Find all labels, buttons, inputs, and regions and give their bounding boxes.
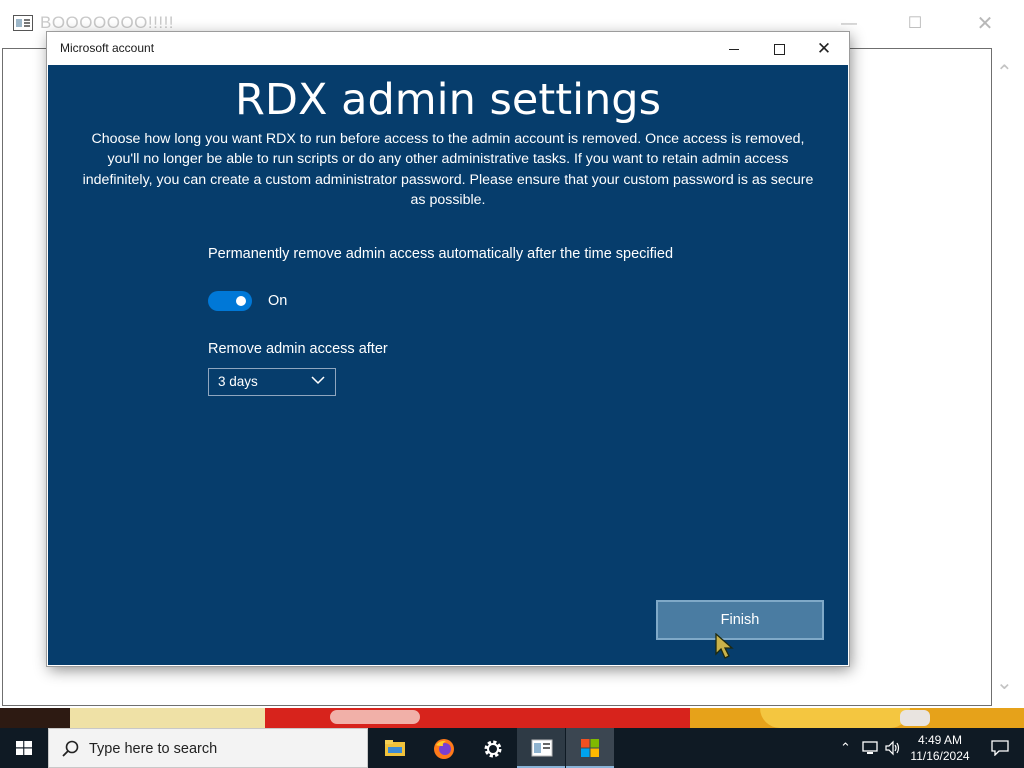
desktop-wallpaper — [0, 708, 1024, 728]
taskbar-file-explorer[interactable] — [370, 728, 418, 768]
microsoft-account-dialog: Microsoft account ✕ RDX admin settings C… — [47, 32, 849, 666]
dialog-maximize-button[interactable] — [756, 32, 802, 65]
toggle-label: Permanently remove admin access automati… — [208, 246, 674, 262]
taskbar: Type here to search ⌃ 4:49 AM 11/16/2024 — [0, 728, 1024, 768]
toggle-knob — [236, 296, 246, 306]
minimize-icon — [729, 48, 739, 50]
scroll-up-icon[interactable]: ⌃ — [996, 60, 1013, 85]
firefox-icon — [434, 739, 454, 759]
page-title: RDX admin settings — [235, 75, 661, 125]
taskbar-search-box[interactable]: Type here to search — [48, 728, 368, 768]
scroll-down-icon[interactable]: ⌄ — [996, 670, 1013, 695]
duration-label: Remove admin access after — [208, 341, 388, 357]
dialog-minimize-button[interactable] — [711, 32, 757, 65]
search-icon — [62, 740, 79, 757]
taskbar-app-window[interactable] — [517, 728, 565, 768]
taskbar-clock[interactable]: 4:49 AM 11/16/2024 — [904, 732, 976, 764]
duration-dropdown[interactable]: 3 days — [208, 368, 336, 396]
background-close-button[interactable]: ✕ — [962, 8, 1008, 40]
taskbar-firefox[interactable] — [419, 728, 467, 768]
start-button[interactable] — [0, 728, 48, 768]
clock-time: 4:49 AM — [917, 733, 963, 747]
taskbar-settings[interactable] — [468, 728, 516, 768]
show-hidden-icons-icon[interactable]: ⌃ — [840, 740, 851, 756]
cursor-icon — [715, 633, 734, 659]
settings-icon — [484, 740, 502, 758]
app-window-icon — [13, 15, 33, 31]
search-placeholder: Type here to search — [89, 741, 218, 757]
dialog-title: Microsoft account — [60, 41, 155, 55]
microsoft-logo-icon — [581, 739, 599, 757]
windows-logo-icon — [16, 741, 32, 755]
maximize-icon — [773, 43, 785, 55]
chevron-down-icon — [311, 376, 325, 385]
dialog-close-button[interactable]: ✕ — [801, 32, 847, 65]
dialog-content: RDX admin settings Choose how long you w… — [48, 65, 848, 665]
toggle-state-text: On — [268, 293, 288, 309]
vertical-scrollbar[interactable]: ⌃ ⌄ — [992, 48, 1022, 706]
action-center-button[interactable] — [980, 728, 1020, 768]
background-maximize-button[interactable]: ☐ — [892, 8, 938, 40]
remove-access-toggle[interactable] — [208, 291, 252, 311]
volume-icon[interactable] — [884, 740, 902, 756]
background-window-title: BOOOOOOO!!!!! — [40, 13, 175, 32]
dialog-titlebar[interactable]: Microsoft account ✕ — [47, 32, 849, 65]
network-icon[interactable] — [862, 740, 878, 756]
taskbar-microsoft-logo[interactable] — [566, 728, 614, 768]
notification-icon — [991, 740, 1009, 756]
clock-date: 11/16/2024 — [910, 749, 970, 763]
finish-button[interactable]: Finish — [656, 600, 824, 640]
app-window-icon — [531, 739, 553, 757]
file-explorer-icon — [385, 740, 405, 756]
description-text: Choose how long you want RDX to run befo… — [82, 131, 814, 208]
duration-selected-value: 3 days — [218, 374, 258, 389]
